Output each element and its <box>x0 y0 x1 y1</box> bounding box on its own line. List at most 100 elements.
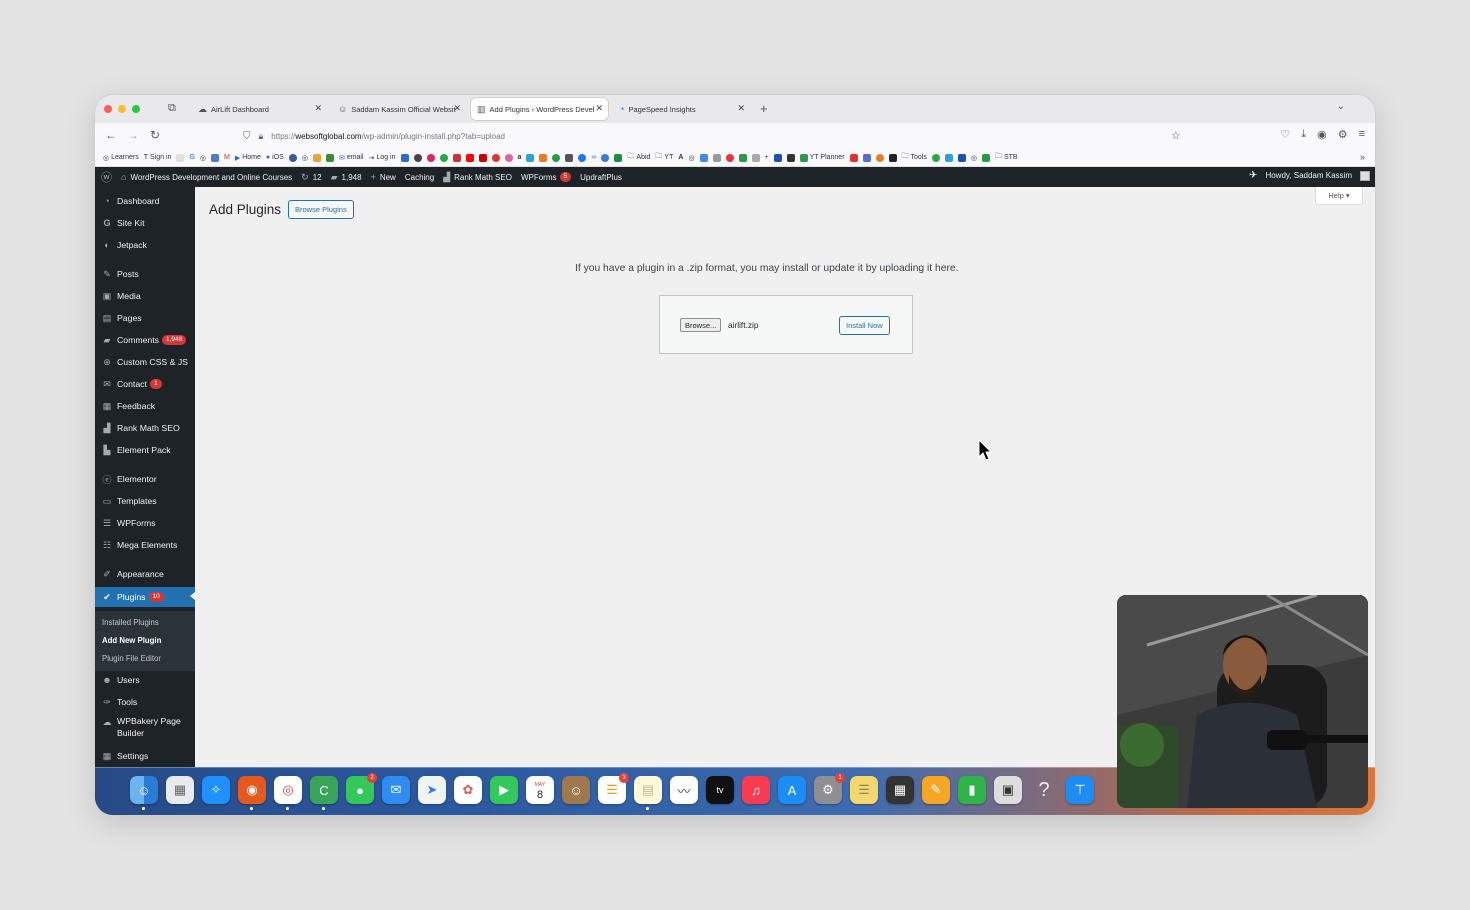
bookmark-ios[interactable]: ● iOS <box>266 154 284 161</box>
sidebar-item-settings[interactable]: ▦ Settings <box>95 747 195 765</box>
bookmark-star-icon[interactable]: ☆ <box>1171 129 1181 142</box>
new-tab-icon[interactable]: + <box>760 101 768 116</box>
sidebar-item-jetpack[interactable]: ◐ Jetpack <box>95 236 195 254</box>
sidebar-item-custom-css-js[interactable]: ⊕ Custom CSS & JS <box>95 353 195 371</box>
system-settings-icon[interactable]: ⚙ 1 <box>814 773 845 804</box>
bookmark-learners[interactable]: ◎ Learners <box>103 154 139 162</box>
bookmark-icon[interactable] <box>504 153 513 162</box>
globe-icon[interactable]: ◎ <box>200 154 206 162</box>
admin-bar-comments[interactable]: ▰ 1,948 <box>331 172 362 183</box>
rocket-icon[interactable]: ✈ <box>1249 170 1257 181</box>
bookmark-icon[interactable] <box>526 153 535 162</box>
bookmark-icon[interactable] <box>601 153 610 162</box>
youtube-icon[interactable] <box>465 153 474 162</box>
admin-bar-rank-math[interactable]: ▟ Rank Math SEO <box>443 172 512 183</box>
downloads-icon[interactable]: ⤓ <box>1301 128 1306 141</box>
lock-icon[interactable]: 🔒︎ <box>259 131 264 142</box>
video-call-icon[interactable]: ▶ <box>490 776 518 804</box>
youtube-icon[interactable] <box>478 153 487 162</box>
help-tab-button[interactable]: Help ▾ <box>1315 187 1363 205</box>
bookmark-icon[interactable] <box>849 153 858 162</box>
bookmark-icon[interactable] <box>312 153 321 162</box>
sidebar-item-feedback[interactable]: ▦ Feedback <box>95 397 195 415</box>
submenu-installed-plugins[interactable]: Installed Plugins <box>102 618 159 627</box>
pages-app-icon[interactable]: ✎ <box>922 776 950 804</box>
close-tab-icon[interactable]: ✕ <box>314 103 322 114</box>
bookmark-icon[interactable] <box>875 153 884 162</box>
maps-icon[interactable]: ➤ <box>418 776 446 804</box>
bookmark-icon[interactable] <box>944 153 953 162</box>
close-tab-icon[interactable]: ✕ <box>453 103 461 114</box>
sidebar-item-elementor[interactable]: ⓔ Elementor <box>95 470 195 488</box>
preview-icon[interactable]: ▣ <box>994 776 1022 804</box>
zoom-window-button[interactable] <box>132 105 140 113</box>
globe-icon[interactable]: ◎ <box>688 154 694 162</box>
bookmark-abid[interactable]: 🗀︎ Abid <box>627 152 650 163</box>
calendar-icon[interactable]: MAY 8 <box>526 776 554 804</box>
notes-icon[interactable]: ▤ <box>634 776 662 810</box>
bookmark-icon[interactable] <box>288 153 297 162</box>
admin-bar-new[interactable]: + New <box>371 172 396 182</box>
bookmark-icon[interactable]: A <box>678 154 683 161</box>
bookmark-icon[interactable] <box>491 153 500 162</box>
admin-bar-updraftplus[interactable]: UpdraftPlus <box>580 173 622 182</box>
sidebar-item-rank-math-seo[interactable]: ▟ Rank Math SEO <box>95 419 195 437</box>
tab-pagespeed-insights[interactable]: ◔ PageSpeed Insights ✕ <box>613 98 750 120</box>
facebook-icon[interactable] <box>578 153 587 162</box>
bookmark-icon[interactable] <box>738 153 747 162</box>
sidebar-item-appearance[interactable]: ✐ Appearance <box>95 565 195 583</box>
bookmark-icon[interactable] <box>931 153 940 162</box>
amazon-icon[interactable]: a <box>518 154 522 161</box>
bookmark-yt[interactable]: 🗀︎ YT <box>655 152 673 163</box>
bookmark-icon[interactable] <box>400 153 409 162</box>
google-icon[interactable]: G <box>189 154 194 161</box>
bookmark-icon[interactable] <box>712 153 721 162</box>
submenu-add-new-plugin[interactable]: Add New Plugin <box>102 636 161 645</box>
plus-icon[interactable]: + <box>765 154 769 161</box>
meta-icon[interactable]: ∞ <box>591 154 596 161</box>
sidebar-item-pages[interactable]: ▤ Pages <box>95 309 195 327</box>
bookmark-icon[interactable] <box>439 153 448 162</box>
url-bar[interactable]: ⛉ 🔒︎ https://websoftglobal.com/wp-admin/… <box>243 127 1193 145</box>
launchpad-icon[interactable]: ▦ <box>166 776 194 804</box>
back-icon[interactable]: ← <box>105 128 117 142</box>
firefox-icon[interactable]: ◉ <box>238 776 266 810</box>
contacts-icon[interactable]: ☺ <box>562 776 590 804</box>
globe-icon[interactable]: ◎ <box>971 154 977 162</box>
sidebar-item-users[interactable]: ☻ Users <box>95 671 195 689</box>
apple-tv-icon[interactable]: tv <box>706 776 734 804</box>
facetime-icon[interactable]: C <box>310 776 338 810</box>
close-tab-icon[interactable]: ✕ <box>595 103 603 114</box>
more-bookmarks-icon[interactable]: » <box>1360 152 1365 162</box>
reminders-icon[interactable]: ☰ 3 <box>598 773 629 804</box>
music-icon[interactable]: ♫ <box>742 776 770 804</box>
bookmark-icon[interactable] <box>981 153 990 162</box>
sidebar-item-site-kit[interactable]: G Site Kit <box>95 214 195 232</box>
admin-bar-account[interactable]: ✈ Howdy, Saddam Kassim <box>1249 170 1370 181</box>
tab-add-plugins[interactable]: ▥ Add Plugins ‹ WordPress Devel ✕ <box>471 98 608 120</box>
avatar[interactable] <box>1360 170 1370 181</box>
sidebar-item-wpbakery[interactable]: ☁ WPBakery Page Builder <box>95 715 195 741</box>
bookmark-icon[interactable] <box>565 153 574 162</box>
sidebar-item-tools[interactable]: ✑ Tools <box>95 693 195 711</box>
bookmark-icon[interactable] <box>786 153 795 162</box>
bookmark-sign-in[interactable]: T Sign in <box>144 154 172 161</box>
calculator-icon[interactable]: ▦ <box>886 776 914 804</box>
sidebar-item-templates[interactable]: ▭ Templates <box>95 492 195 510</box>
bookmark-icon[interactable] <box>862 153 871 162</box>
sidebar-item-mega-elements[interactable]: ☷ Mega Elements <box>95 536 195 554</box>
wordpress-logo-icon[interactable]: ⓦ <box>101 169 112 185</box>
sidebar-item-dashboard[interactable]: ◔ Dashboard <box>95 192 195 210</box>
bookmark-icon[interactable] <box>699 153 708 162</box>
bookmark-icon[interactable] <box>725 153 734 162</box>
app-store-icon[interactable]: A <box>778 776 806 804</box>
bookmark-icon[interactable] <box>957 153 966 162</box>
forward-icon[interactable]: → <box>127 128 139 142</box>
bookmark-icon[interactable] <box>773 153 782 162</box>
sidebar-item-media[interactable]: ▣ Media <box>95 287 195 305</box>
close-window-button[interactable] <box>104 105 112 113</box>
numbers-icon[interactable]: ▮ <box>958 776 986 804</box>
bookmark-log-in[interactable]: ⇥ Log in <box>369 154 396 162</box>
sidebar-item-element-pack[interactable]: ▙ Element Pack <box>95 441 195 459</box>
admin-bar-caching[interactable]: Caching <box>405 173 434 182</box>
